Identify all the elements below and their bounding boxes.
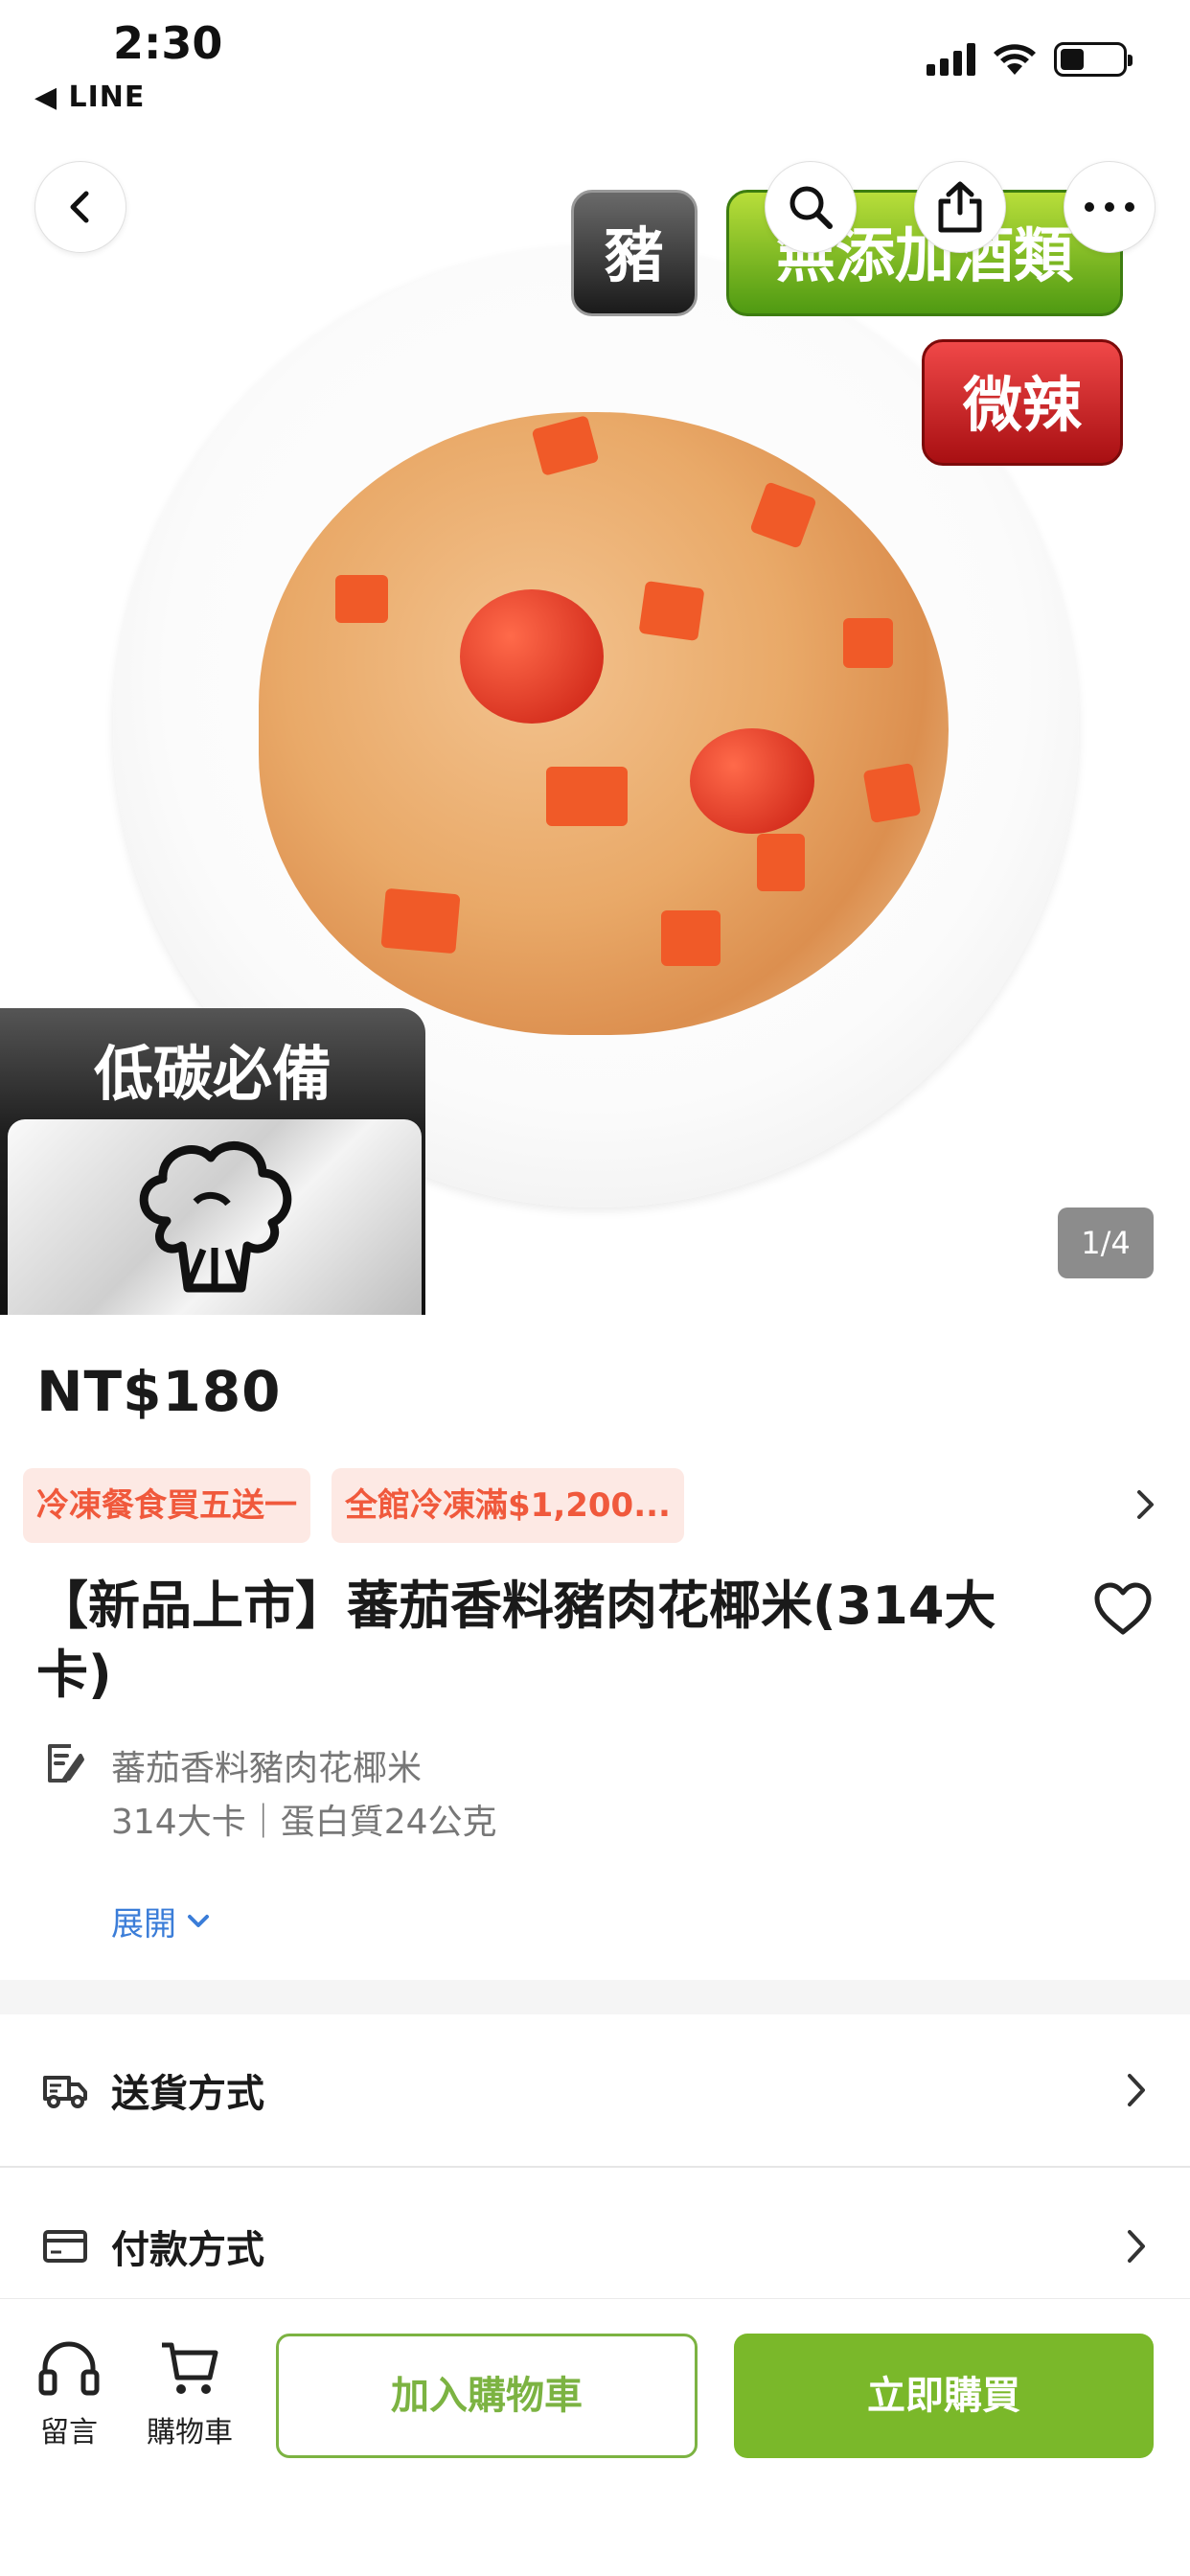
chevron-left-icon	[70, 191, 89, 223]
low-carb-badge: 低碳必備	[0, 1008, 425, 1315]
search-button[interactable]	[765, 161, 857, 253]
mild-spicy-tag: 微辣	[922, 339, 1123, 466]
section-divider	[0, 1980, 1190, 2014]
cauliflower-icon	[139, 1141, 292, 1293]
message-label: 留言	[40, 2416, 98, 2450]
expand-label: 展開	[111, 1905, 176, 1944]
search-icon	[790, 186, 833, 229]
cart-label: 購物車	[147, 2416, 233, 2450]
chevron-right-icon	[1128, 2074, 1145, 2106]
shopping-cart-icon	[162, 2342, 218, 2394]
promotions-chevron-right-icon[interactable]	[1134, 1487, 1157, 1522]
description-meta: 314大卡｜蛋白質24公克	[111, 1803, 497, 1842]
pork-tag: 豬	[571, 190, 698, 316]
status-icons	[927, 42, 1133, 77]
battery-icon	[1054, 42, 1133, 77]
product-price: NT$180	[36, 1359, 282, 1424]
favorite-heart-icon[interactable]	[1092, 1581, 1154, 1637]
low-carb-badge-title: 低碳必備	[93, 1039, 332, 1109]
cellular-signal-icon	[927, 43, 975, 76]
food-image	[259, 412, 949, 1035]
edit-note-icon	[48, 1744, 84, 1782]
description-name: 蕃茄香料豬肉花椰米	[111, 1749, 423, 1788]
message-button[interactable]: 留言	[11, 2339, 126, 2450]
promotion-badge[interactable]: 冷凍餐食買五送一	[23, 1468, 310, 1543]
chevron-right-icon	[1128, 2230, 1145, 2263]
share-icon	[938, 181, 982, 233]
status-time: 2:30	[113, 17, 223, 69]
product-image-carousel[interactable]: 無添加酒類 豬 微辣 低碳必備 1/4	[0, 134, 1190, 1315]
payment-method-label: 付款方式	[111, 2228, 264, 2272]
delivery-method-row[interactable]: 送貨方式	[0, 2014, 1190, 2168]
wifi-icon	[994, 44, 1036, 75]
back-button[interactable]	[34, 161, 126, 253]
status-bar: 2:30 ◀ LINE	[0, 0, 1190, 134]
product-title: 【新品上市】蕃茄香料豬肉花椰米(314大卡)	[36, 1576, 996, 1705]
bottom-action-bar: 留言 購物車 加入購物車 立即購買	[0, 2298, 1190, 2576]
add-to-cart-button[interactable]: 加入購物車	[276, 2334, 698, 2458]
delivery-truck-icon	[43, 2076, 87, 2108]
more-options-button[interactable]	[1064, 161, 1156, 253]
delivery-method-label: 送貨方式	[111, 2072, 264, 2116]
share-button[interactable]	[914, 161, 1006, 253]
expand-button[interactable]: 展開	[111, 1898, 211, 1944]
buy-now-button[interactable]: 立即購買	[734, 2334, 1154, 2458]
credit-card-icon	[43, 2230, 87, 2263]
promotion-badge[interactable]: 全館冷凍滿$1,200...	[332, 1468, 684, 1543]
image-counter: 1/4	[1058, 1208, 1154, 1278]
more-dots-icon	[1085, 202, 1134, 212]
back-to-line-link[interactable]: ◀ LINE	[34, 80, 145, 114]
headset-icon	[38, 2341, 100, 2396]
promotion-list[interactable]: 冷凍餐食買五送一 全館冷凍滿$1,200...	[23, 1468, 684, 1543]
cart-button[interactable]: 購物車	[132, 2339, 247, 2450]
chevron-down-icon	[188, 1914, 209, 1927]
